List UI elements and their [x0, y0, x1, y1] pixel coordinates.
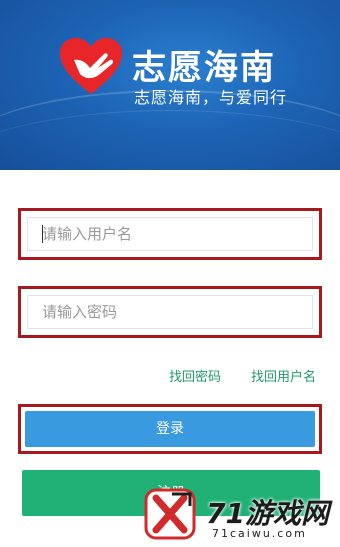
brand-title: 志愿海南 — [132, 48, 276, 88]
login-button[interactable]: 登录 — [25, 411, 315, 447]
brand-slogan: 志愿海南，与爱同行 — [134, 88, 288, 107]
site-watermark: 71游戏网 71caiwu.com — [140, 470, 340, 547]
username-input[interactable] — [27, 217, 313, 251]
login-button-highlight: 登录 — [18, 404, 322, 454]
password-field-highlight — [18, 286, 322, 338]
text-caret — [42, 225, 43, 243]
heart-hand-icon — [60, 38, 122, 94]
password-input[interactable] — [27, 295, 313, 329]
watermark-title: 71游戏网 — [206, 497, 329, 530]
app-header: 志愿海南 志愿海南，与爱同行 — [0, 0, 340, 170]
username-field-highlight — [18, 208, 322, 260]
header-wave-decoration — [0, 110, 340, 170]
watermark-logo-icon — [144, 488, 196, 540]
find-password-link[interactable]: 找回密码 — [169, 366, 221, 385]
find-username-link[interactable]: 找回用户名 — [251, 366, 316, 385]
watermark-subtitle: 71caiwu.com — [212, 527, 307, 540]
